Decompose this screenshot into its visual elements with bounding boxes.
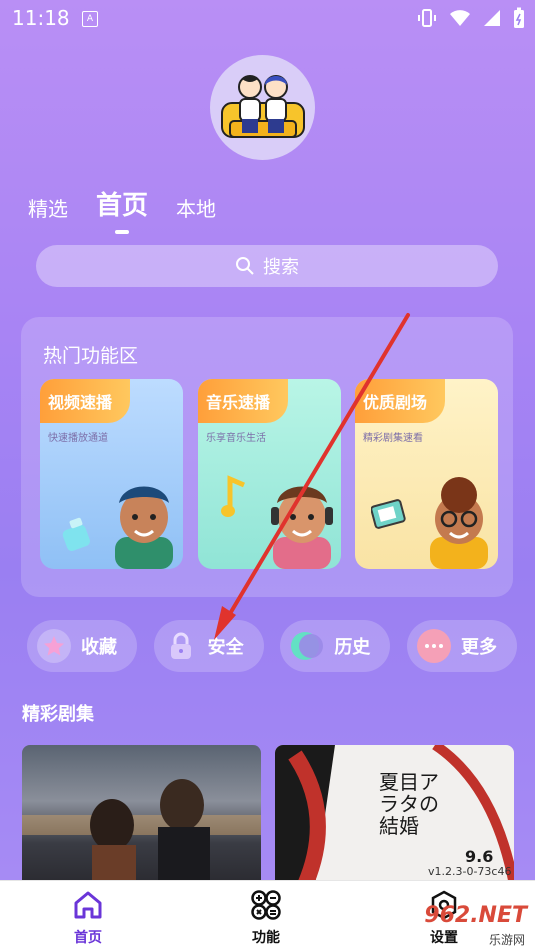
quick-actions: 收藏 安全 历史 更多 (27, 620, 517, 672)
nav-functions-label: 功能 (252, 930, 280, 946)
tab-local[interactable]: 本地 (176, 193, 216, 222)
lock-icon (164, 629, 198, 663)
card-video[interactable]: 视频速播 快速播放通道 (40, 379, 183, 569)
history-button[interactable]: 历史 (280, 620, 391, 672)
card-theater-subtitle: 精彩剧集速看 (363, 433, 423, 444)
section-title: 精彩剧集 (22, 704, 94, 725)
poster-title: 夏目アラタの結婚 (379, 770, 439, 838)
card-theater-title: 优质剧场 (355, 379, 446, 423)
poster-romance[interactable] (22, 745, 261, 885)
video-bottle-icon (62, 517, 90, 551)
search-label: 搜索 (263, 257, 299, 278)
poster-date: 9.6 (465, 847, 494, 866)
card-theater[interactable]: 优质剧场 精彩剧集速看 (355, 379, 498, 569)
nav-home[interactable]: 首页 (58, 889, 118, 947)
wifi-icon (450, 10, 470, 26)
status-bar: 11:18 A (0, 0, 535, 36)
character-glasses-icon (430, 477, 488, 569)
card-music-subtitle: 乐享音乐生活 (206, 433, 266, 444)
character-headphones-icon (271, 486, 333, 569)
hot-features-panel: 热门功能区 视频速播 快速播放通道 音乐速播 乐享音乐生活 优质剧场 精彩剧集速… (21, 317, 513, 597)
favorite-label: 收藏 (81, 637, 117, 658)
status-time: 11:18 (12, 6, 70, 30)
nav-home-label: 首页 (74, 930, 102, 946)
vibrate-icon (418, 9, 436, 27)
toggle-icon (290, 629, 324, 663)
tv-icon (371, 499, 406, 529)
music-note-icon (221, 475, 245, 517)
nav-functions[interactable]: 功能 (236, 889, 296, 947)
tab-featured[interactable]: 精选 (28, 193, 68, 222)
favorite-button[interactable]: 收藏 (27, 620, 137, 672)
card-music[interactable]: 音乐速播 乐享音乐生活 (198, 379, 341, 569)
poster-romance-image (22, 779, 261, 885)
poster-japanese-drama[interactable]: 夏目アラタの結婚 9.6 (275, 745, 514, 885)
calculator-icon (251, 890, 281, 920)
home-icon (74, 891, 102, 919)
signal-icon (484, 10, 500, 26)
search-icon (236, 257, 254, 275)
search-bar[interactable]: 搜索 (36, 245, 498, 287)
status-icons (417, 7, 525, 29)
security-label: 安全 (207, 637, 244, 658)
more-icon (416, 629, 451, 663)
notification-a-icon: A (82, 11, 98, 27)
nav-settings-label: 设置 (430, 930, 458, 946)
couple-sofa-illustration (221, 75, 305, 138)
more-label: 更多 (460, 637, 497, 658)
card-video-title: 视频速播 (40, 379, 131, 423)
more-button[interactable]: 更多 (406, 620, 517, 672)
bottom-nav: 首页 功能 设置 962.NET 乐游网 (0, 880, 535, 952)
card-music-title: 音乐速播 (198, 379, 289, 423)
top-tabs: 精选 首页 本地 (28, 185, 216, 234)
history-label: 历史 (334, 637, 371, 658)
watermark-sub: 乐游网 (488, 933, 525, 947)
security-button[interactable]: 安全 (153, 620, 264, 672)
avatar[interactable] (210, 55, 315, 160)
tab-home[interactable]: 首页 (96, 185, 148, 234)
star-icon (37, 629, 71, 663)
hot-features-title: 热门功能区 (43, 345, 139, 367)
card-video-subtitle: 快速播放通道 (48, 433, 108, 444)
character-icon (115, 486, 173, 569)
watermark-brand: 962.NET (424, 903, 527, 928)
battery-icon (514, 7, 524, 28)
version-label: v1.2.3-0-73c46 (428, 865, 512, 878)
